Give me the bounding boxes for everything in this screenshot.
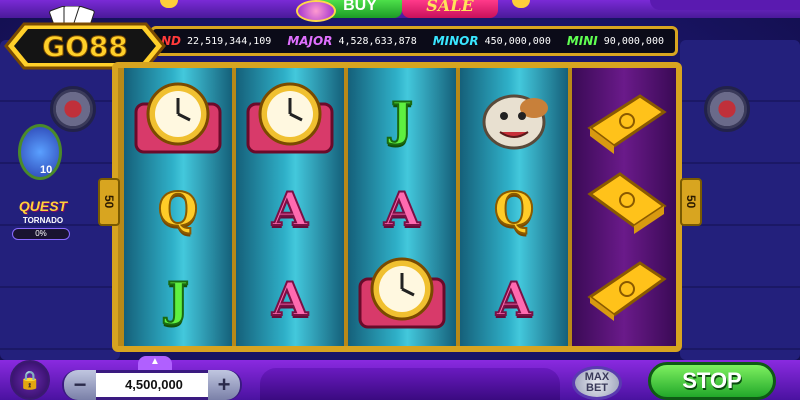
jackpot-label: MINI <box>566 34 598 48</box>
quest-progress: 0% <box>12 228 70 240</box>
stop-button[interactable]: STOP <box>648 362 776 400</box>
jackpot-label: MINOR <box>432 34 479 48</box>
letter-j: J <box>390 92 414 146</box>
jackpot-label: MAJOR <box>287 34 333 48</box>
gold-bar-icon <box>587 94 667 154</box>
alarm-clock-icon <box>246 82 334 154</box>
reel-column <box>572 68 676 346</box>
bulldog-icon <box>482 94 548 150</box>
symbol-a: A <box>460 264 568 334</box>
letter-a: A <box>271 272 309 326</box>
symbol-j: J <box>124 264 232 334</box>
quest-title[interactable]: QUEST <box>12 198 74 214</box>
bet-increase-button[interactable]: + <box>208 370 240 400</box>
top-right-panel[interactable] <box>650 0 800 10</box>
letter-a: A <box>383 182 421 236</box>
super-spin-badge-icon[interactable] <box>296 0 336 22</box>
bottom-center-panel <box>260 368 560 400</box>
jackpot-grand: ND 22,519,344,109 <box>153 34 279 48</box>
letter-j: J <box>166 272 190 326</box>
jackpot-value: 450,000,000 <box>484 35 551 47</box>
symbol-a: A <box>236 174 344 244</box>
symbol-a: A <box>348 174 456 244</box>
paylines-badge-right: 50 <box>680 178 702 226</box>
letter-a: A <box>271 182 309 236</box>
jackpot-value: 22,519,344,109 <box>187 35 272 47</box>
paylines-badge-left: 50 <box>98 178 120 226</box>
alarm-clock-icon <box>134 82 222 154</box>
lock-icon: 🔒 <box>18 369 42 390</box>
bolt-icon <box>50 86 96 132</box>
jackpot-value: 90,000,000 <box>603 35 664 47</box>
bet-decrease-button[interactable]: − <box>64 370 96 400</box>
logo-text: GO88 <box>42 30 128 63</box>
bet-value: 4,500,000 <box>125 377 183 392</box>
reel-frame: Q J A A J A Q A <box>112 62 682 352</box>
symbol-a: A <box>236 264 344 334</box>
gold-bar-icon <box>587 172 667 234</box>
letter-q: Q <box>493 182 535 236</box>
reel-column: Q A <box>460 68 568 346</box>
quest-subtitle: TORNADO <box>22 216 64 225</box>
alarm-clock-icon <box>358 257 446 329</box>
quest-count: 10 <box>40 164 53 176</box>
symbol-q: Q <box>460 174 568 244</box>
reel-column: J A <box>348 68 456 346</box>
jackpot-major: MAJOR 4,528,633,878 <box>279 34 424 48</box>
chevron-up-icon[interactable]: ▲ <box>138 356 172 370</box>
jackpot-mini: MINI 90,000,000 <box>559 34 672 48</box>
sale-button[interactable]: SALE <box>402 0 498 18</box>
jackpot-value: 4,528,633,878 <box>338 35 417 47</box>
jackpot-bar: ND 22,519,344,109 MAJOR 4,528,633,878 MI… <box>150 26 678 56</box>
letter-q: Q <box>157 182 199 236</box>
symbol-j: J <box>348 84 456 154</box>
max-bet-button[interactable]: MAX BET <box>572 366 622 400</box>
reel-column: Q J <box>124 68 232 346</box>
letter-a: A <box>495 272 533 326</box>
bolt-icon <box>704 86 750 132</box>
jackpot-minor: MINOR 450,000,000 <box>425 34 559 48</box>
symbol-q: Q <box>124 174 232 244</box>
gold-bar-icon <box>587 261 667 321</box>
max-bet-line2: BET <box>586 382 608 394</box>
reel-column: A A <box>236 68 344 346</box>
lock-button[interactable]: 🔒 <box>10 360 50 400</box>
